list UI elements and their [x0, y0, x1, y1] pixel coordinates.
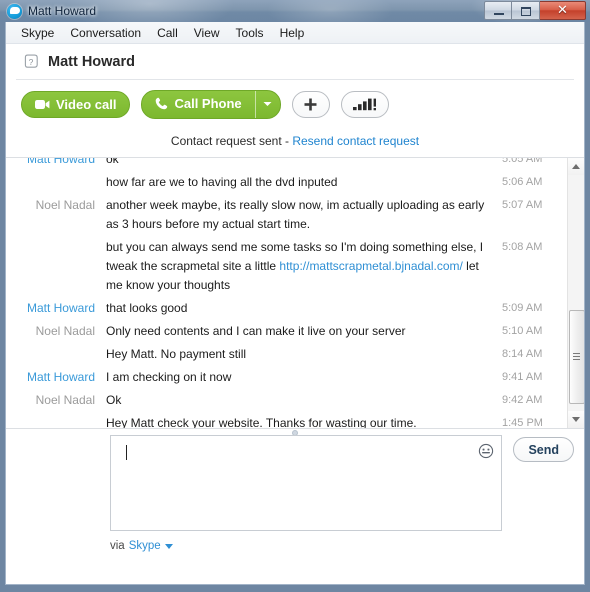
- phone-icon: [155, 97, 168, 110]
- smiley-face-icon[interactable]: [477, 442, 495, 460]
- scroll-up-arrow-icon[interactable]: [568, 158, 584, 175]
- message-text: how far are we to having all the dvd inp…: [106, 175, 338, 189]
- menu-item-call[interactable]: Call: [149, 24, 186, 42]
- message-author: Matt Howard: [26, 157, 95, 166]
- video-call-button[interactable]: Video call: [21, 90, 131, 118]
- message-text: another week maybe, its really slow now,…: [106, 198, 485, 231]
- chevron-down-icon: [263, 102, 272, 106]
- message-author: Noel Nadal: [35, 324, 95, 338]
- message-timestamp: 5:10 AM: [502, 325, 543, 337]
- contact-request-notice: Contact request sent - Resend contact re…: [6, 128, 584, 157]
- message-text: but you can always send me some tasks so…: [106, 240, 484, 292]
- message-row: Matt Howard I am checking on it now 9:41 A…: [6, 366, 566, 389]
- send-button[interactable]: Send: [513, 437, 574, 462]
- client-area: Skype Conversation Call View Tools Help …: [5, 22, 585, 585]
- message-author: Matt Howard: [26, 370, 95, 384]
- message-timestamp: 5:09 AM: [502, 302, 543, 314]
- call-quality-button[interactable]: [340, 90, 389, 118]
- message-timestamp: 9:41 AM: [502, 371, 543, 383]
- chevron-down-icon[interactable]: [164, 543, 173, 549]
- text-caret: [126, 445, 127, 460]
- skype-icon: [7, 3, 22, 19]
- message-author: Noel Nadal: [35, 198, 95, 212]
- call-phone-group: Call Phone: [141, 89, 281, 119]
- menubar: Skype Conversation Call View Tools Help: [6, 22, 584, 44]
- via-label: via: [110, 540, 125, 552]
- message-row: Hey Matt. No payment still 8:14 AM: [6, 343, 566, 366]
- maximize-button[interactable]: [512, 1, 540, 20]
- minimize-button[interactable]: [484, 1, 512, 20]
- minimize-icon: [494, 13, 504, 15]
- close-button[interactable]: ✕: [540, 1, 586, 20]
- message-timestamp: 5:08 AM: [502, 241, 543, 253]
- message-list: Matt Howard ok 5:05 AM how far are we to ha…: [6, 157, 566, 429]
- maximize-icon: [521, 7, 531, 16]
- message-text: Hey Matt check your website. Thanks for …: [106, 416, 417, 429]
- chat-transcript: Matt Howard ok 5:05 AM how far are we to ha…: [6, 157, 584, 429]
- window-titlebar: Matt Howard ✕: [0, 0, 590, 22]
- message-timestamp: 8:14 AM: [502, 348, 543, 360]
- titlebar-left: Matt Howard: [7, 1, 96, 21]
- composer: Send via Skype: [6, 429, 584, 552]
- menu-item-view[interactable]: View: [186, 24, 228, 42]
- menu-item-tools[interactable]: Tools: [228, 24, 272, 42]
- message-input[interactable]: [110, 435, 503, 531]
- message-text: that looks good: [106, 301, 188, 315]
- contact-header: ? Matt Howard: [6, 44, 584, 79]
- message-timestamp: 9:42 AM: [502, 394, 543, 406]
- message-row: Matt Howard ok 5:05 AM: [6, 157, 566, 171]
- scroll-down-arrow-icon[interactable]: [568, 411, 584, 428]
- menu-item-conversation[interactable]: Conversation: [62, 24, 149, 42]
- window-title: Matt Howard: [28, 4, 97, 18]
- message-row: Noel Nadal Ok 9:42 AM: [6, 389, 566, 412]
- message-text: I am checking on it now: [106, 370, 232, 384]
- message-text: Only need contents and I can make it liv…: [106, 324, 406, 338]
- menu-item-skype[interactable]: Skype: [13, 24, 62, 42]
- message-link[interactable]: http://mattscrapmetal.bjnadal.com/: [279, 259, 462, 273]
- add-participant-button[interactable]: [291, 90, 330, 118]
- via-skype-link[interactable]: Skype: [129, 540, 161, 552]
- call-phone-label: Call Phone: [174, 95, 242, 111]
- video-call-label: Video call: [56, 96, 117, 112]
- message-author: Matt Howard: [26, 301, 95, 315]
- message-row: Noel Nadal Only need contents and I can m…: [6, 320, 566, 343]
- message-author: Noel Nadal: [35, 393, 95, 407]
- call-phone-dropdown-button[interactable]: [254, 90, 280, 118]
- contact-request-text: Contact request sent -: [170, 134, 293, 148]
- message-row: but you can always send me some tasks so…: [6, 236, 566, 297]
- message-text: Hey Matt. No payment still: [106, 347, 247, 361]
- chat-scrollbar[interactable]: [567, 158, 584, 428]
- scrollbar-thumb[interactable]: [569, 310, 584, 404]
- window-controls: ✕: [484, 1, 586, 20]
- message-timestamp: 1:45 PM: [502, 417, 543, 429]
- action-toolbar: Video call Call Phone: [6, 80, 584, 128]
- signal-bars-icon: [352, 98, 376, 111]
- svg-text:?: ?: [29, 57, 34, 67]
- message-timestamp: 5:06 AM: [502, 176, 543, 188]
- video-camera-icon: [35, 99, 50, 110]
- scrollbar-grip: [573, 353, 580, 361]
- menu-item-help[interactable]: Help: [272, 24, 313, 42]
- contact-name: Matt Howard: [48, 53, 135, 70]
- message-row: Hey Matt check your website. Thanks for …: [6, 412, 566, 429]
- message-row: how far are we to having all the dvd inp…: [6, 171, 566, 194]
- composer-row: Send: [6, 435, 584, 531]
- message-text: ok: [106, 157, 119, 166]
- message-row: Matt Howard that looks good 5:09 AM: [6, 297, 566, 320]
- message-timestamp: 5:05 AM: [502, 157, 543, 165]
- question-mark-status-icon: ?: [23, 54, 39, 70]
- message-timestamp: 5:07 AM: [502, 199, 543, 211]
- close-icon: ✕: [557, 3, 568, 18]
- message-row: Noel Nadal another week maybe, its really…: [6, 194, 566, 236]
- message-text: Ok: [106, 393, 122, 407]
- via-service-row: via Skype: [6, 531, 584, 552]
- call-phone-button[interactable]: Call Phone: [142, 91, 254, 116]
- resend-contact-request-link[interactable]: Resend contact request: [292, 134, 419, 148]
- skype-chat-window: Matt Howard ✕ Skype Conversation Call Vi…: [0, 0, 590, 592]
- plus-icon: [304, 98, 317, 110]
